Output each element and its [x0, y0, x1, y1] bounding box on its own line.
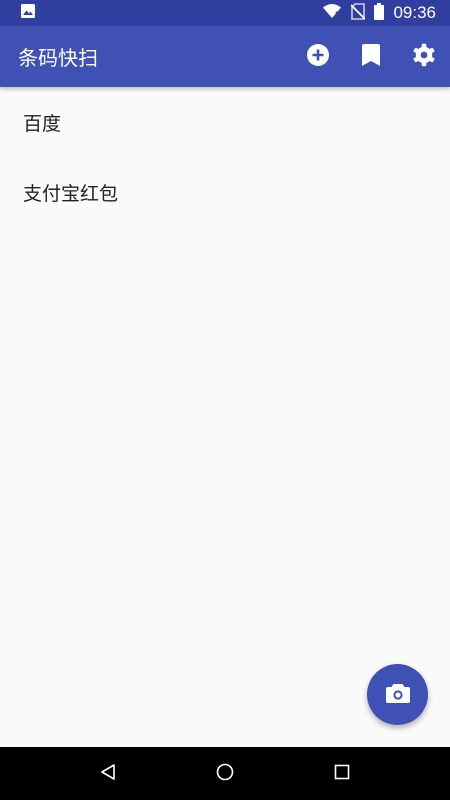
recents-icon [334, 764, 350, 784]
app-bar: 条码快扫 [0, 26, 450, 87]
list-item-label: 支付宝红包 [23, 182, 119, 205]
status-icons: 09:36 [322, 2, 436, 24]
scan-camera-button[interactable] [367, 664, 428, 725]
bookmark-button[interactable] [344, 26, 397, 87]
gear-icon [412, 43, 436, 71]
image-icon [20, 3, 36, 23]
item-list: 百度 支付宝红包 [0, 87, 450, 747]
status-bar: 09:36 [0, 0, 450, 26]
settings-button[interactable] [397, 26, 450, 87]
home-button[interactable] [200, 749, 250, 799]
list-item-label: 百度 [23, 112, 62, 135]
app-actions [291, 26, 450, 87]
camera-icon [385, 682, 410, 708]
add-circle-icon [306, 43, 330, 71]
no-sim-icon [350, 2, 367, 24]
back-icon [99, 763, 117, 785]
add-button[interactable] [291, 26, 344, 87]
status-time: 09:36 [393, 3, 436, 22]
home-icon [215, 762, 235, 786]
list-item[interactable]: 支付宝红包 [0, 157, 450, 227]
bookmark-icon [361, 43, 380, 70]
recents-button[interactable] [317, 749, 367, 799]
back-button[interactable] [83, 749, 133, 799]
list-item[interactable]: 百度 [0, 87, 450, 157]
app-title: 条码快扫 [18, 46, 98, 70]
wifi-icon [322, 3, 342, 23]
battery-icon [374, 2, 385, 24]
system-nav-bar [0, 747, 450, 800]
